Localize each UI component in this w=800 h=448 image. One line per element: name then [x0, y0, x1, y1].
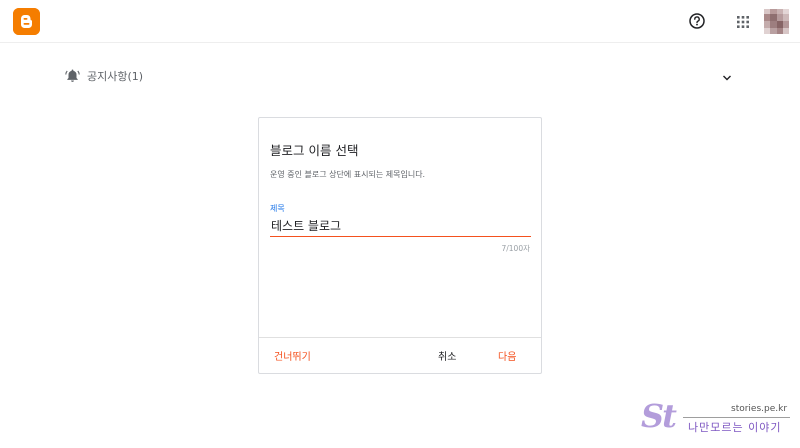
notice-bar[interactable]: 공지사항(1) — [64, 66, 736, 86]
chevron-down-icon[interactable] — [721, 69, 733, 81]
notice-label: 공지사항(1) — [87, 70, 144, 83]
dialog-description: 운영 중인 블로그 상단에 표시되는 제목입니다. — [270, 170, 426, 179]
blog-name-dialog: 블로그 이름 선택 운영 중인 블로그 상단에 표시되는 제목입니다. 제목 7… — [258, 117, 542, 374]
apps-grid-icon[interactable] — [736, 14, 750, 28]
title-field-label: 제목 — [270, 204, 285, 213]
dialog-title: 블로그 이름 선택 — [270, 143, 359, 158]
watermark-logo: St — [641, 397, 677, 435]
next-button[interactable]: 다음 — [498, 348, 516, 363]
top-app-bar — [0, 0, 800, 43]
watermark-url: stories.pe.kr — [731, 404, 788, 414]
bell-icon — [65, 68, 80, 83]
blog-title-input[interactable] — [270, 217, 531, 237]
user-avatar[interactable] — [764, 9, 789, 34]
blogger-logo-icon[interactable] — [13, 8, 40, 35]
dialog-divider — [259, 337, 541, 338]
help-icon[interactable] — [688, 12, 706, 30]
char-counter: 7/100자 — [501, 244, 530, 253]
watermark-divider — [683, 417, 790, 418]
cancel-button[interactable]: 취소 — [438, 348, 456, 363]
watermark-tagline: 나만모르는 이야기 — [688, 421, 782, 434]
skip-button[interactable]: 건너뛰기 — [274, 348, 311, 363]
